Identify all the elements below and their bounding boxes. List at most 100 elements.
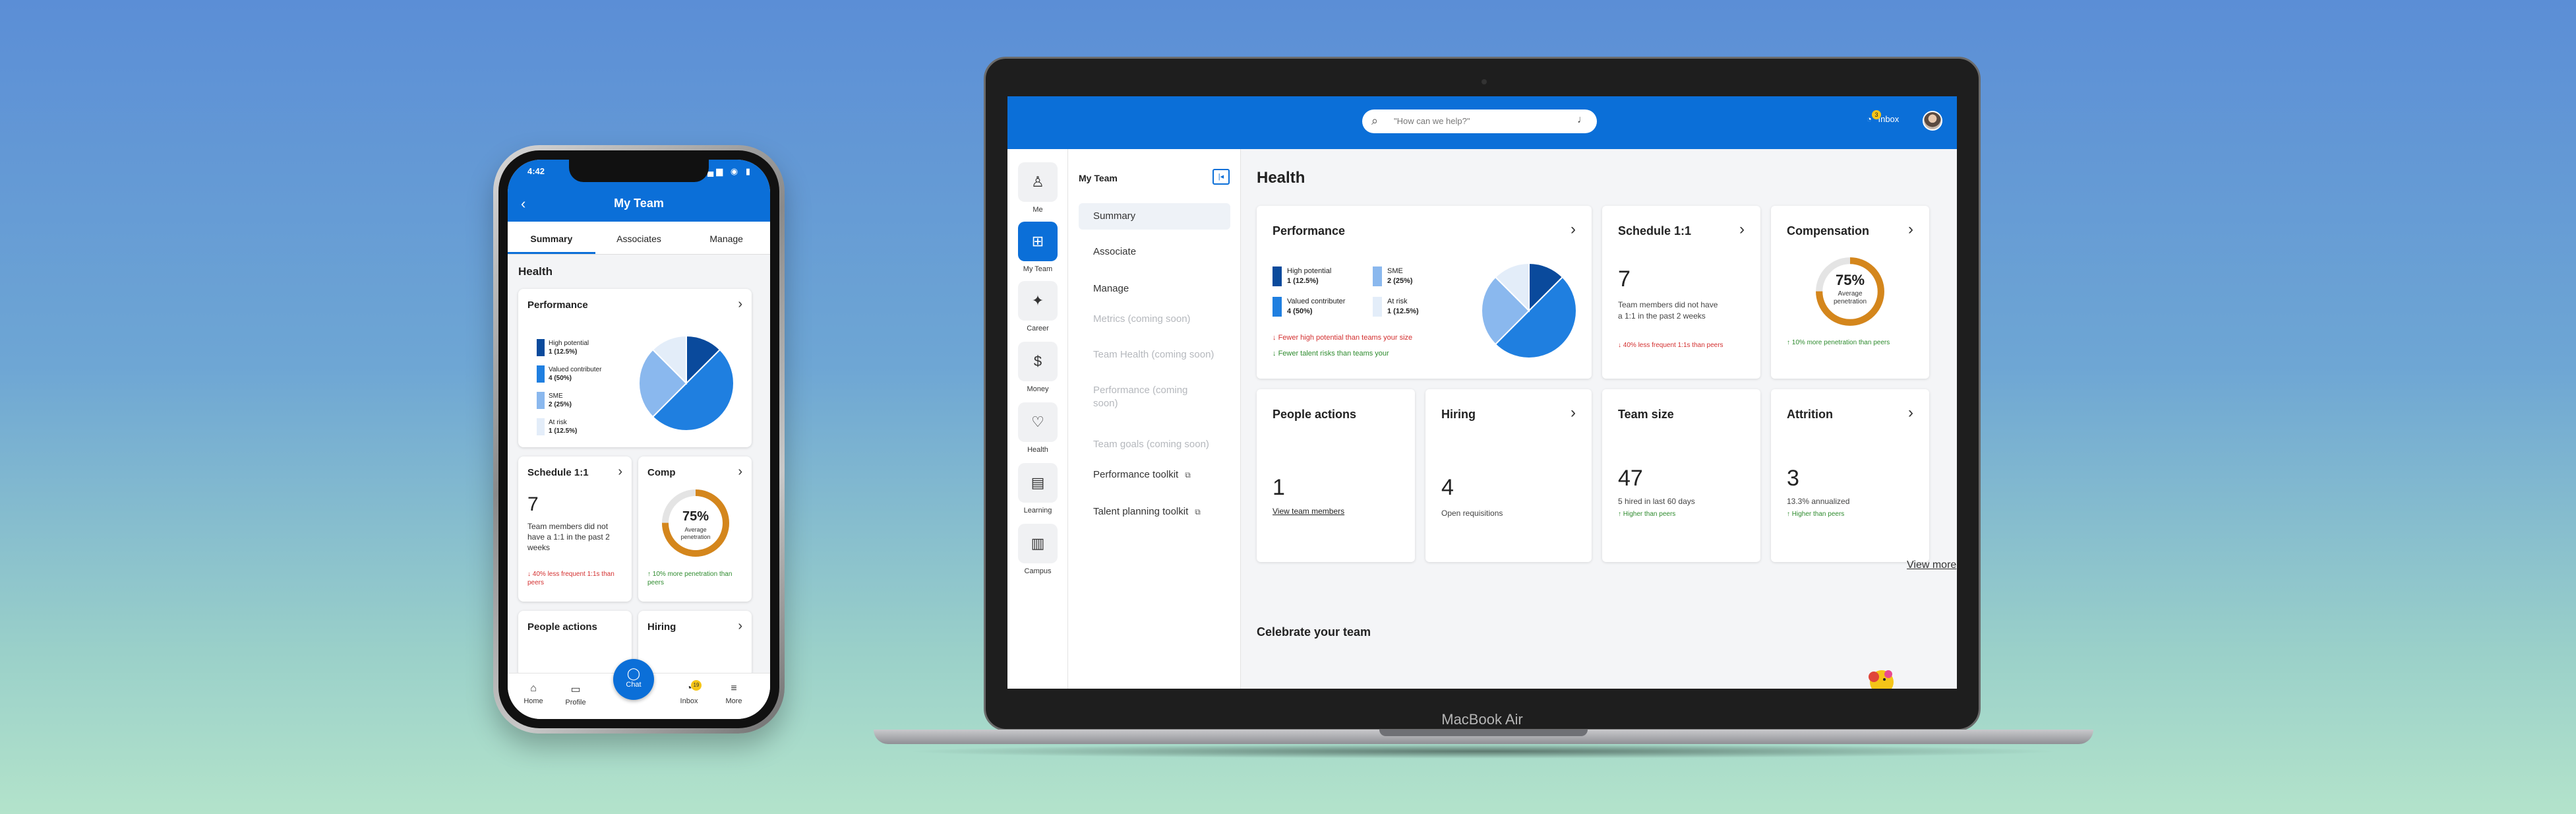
team-size-desc: 5 hired in last 60 days — [1618, 497, 1695, 506]
performance-pie-chart — [1481, 262, 1577, 359]
nav-profile[interactable]: ▭ Profile — [559, 683, 592, 706]
card-title: Schedule 1:1 — [527, 467, 589, 478]
search-input[interactable]: "How can we help?" — [1394, 116, 1470, 126]
avatar[interactable] — [1923, 111, 1942, 131]
top-bar: ⌕ "How can we help?" ♩ ◔ 3 Inbox — [1007, 96, 1957, 149]
people-actions-card[interactable]: People actions 1 View team members — [1257, 389, 1415, 562]
tab-manage[interactable]: Manage — [682, 222, 770, 254]
health-icon: ♡ — [1018, 402, 1058, 442]
performance-card[interactable]: Performance › High potential 1 (12.5%) Va… — [1257, 206, 1592, 379]
nav-home[interactable]: ⌂ Home — [517, 683, 550, 705]
sub-item-talent-planning-toolkit[interactable]: Talent planning toolkit ⧉ — [1079, 499, 1230, 525]
inbox-button[interactable]: ◔ 3 Inbox — [1867, 110, 1899, 124]
tab-summary[interactable]: Summary — [508, 222, 595, 254]
tab-associates[interactable]: Associates — [595, 222, 683, 254]
compensation-trend: ↑ 10% more penetration than peers — [1787, 339, 1890, 346]
chevron-right-icon[interactable]: › — [738, 297, 742, 312]
rail-item-me[interactable]: ♙ Me — [1018, 162, 1058, 214]
sub-item-team-goals: Team goals (coming soon) — [1093, 439, 1209, 450]
rail-item-money[interactable]: $ Money — [1018, 342, 1058, 393]
book-icon: ▤ — [1018, 463, 1058, 503]
map-icon: ▥ — [1018, 524, 1058, 563]
compensation-percent: 75% — [1835, 272, 1865, 288]
sub-item-summary[interactable]: Summary — [1079, 203, 1230, 230]
card-title: Performance — [527, 299, 588, 311]
hiring-card[interactable]: Hiring › 4 Open requisitions — [1425, 389, 1592, 562]
rail-item-career[interactable]: ✦ Career — [1018, 281, 1058, 332]
team-size-trend: ↑ Higher than peers — [1618, 511, 1676, 518]
chevron-right-icon[interactable]: › — [738, 464, 742, 480]
chat-button[interactable]: ◯ Chat — [613, 659, 654, 700]
chevron-right-icon[interactable]: › — [1739, 220, 1745, 239]
schedule-card[interactable]: Schedule 1:1 › 7 Team members did not ha… — [518, 456, 632, 602]
rail-item-my-team[interactable]: ⊞ My Team — [1018, 222, 1058, 273]
attrition-trend: ↑ Higher than peers — [1787, 511, 1845, 518]
card-title: People actions — [1273, 408, 1357, 421]
phone-content: Health Performance › High potential 1 (12… — [508, 255, 770, 673]
comp-percent: 75% — [682, 509, 709, 524]
status-time: 4:42 — [527, 166, 545, 176]
sparkle-icon: ✦ — [1018, 281, 1058, 321]
performance-note-green: ↓ Fewer talent risks than teams your — [1273, 350, 1389, 358]
chevron-right-icon[interactable]: › — [738, 619, 742, 634]
chevron-right-icon[interactable]: › — [1571, 220, 1576, 239]
nav-more[interactable]: ≡ More — [717, 683, 750, 705]
main-nav-rail: ♙ Me ⊞ My Team ✦ Career $ Money ♡ Health ▤ Lea… — [1007, 149, 1068, 689]
card-title: Hiring — [1441, 408, 1476, 421]
legend-swatch — [537, 365, 545, 383]
phone-notch — [569, 160, 709, 182]
nav-inbox[interactable]: ◔ Inbox 19 — [673, 680, 705, 705]
rail-item-health[interactable]: ♡ Health — [1018, 402, 1058, 454]
legend-swatch — [1273, 266, 1282, 286]
rail-item-learning[interactable]: ▤ Learning — [1018, 463, 1058, 515]
sub-item-metrics: Metrics (coming soon) — [1093, 313, 1191, 325]
performance-card[interactable]: Performance › High potential 1 (12.5%) Va… — [518, 289, 752, 447]
external-link-icon: ⧉ — [1185, 470, 1191, 480]
chevron-right-icon[interactable]: › — [618, 464, 622, 480]
main-content: Health Performance › High potential 1 (12… — [1241, 149, 1957, 689]
sub-item-performance-toolkit[interactable]: Performance toolkit ⧉ — [1079, 462, 1230, 488]
attrition-desc: 13.3% annualized — [1787, 497, 1850, 506]
compensation-label: Average penetration — [1833, 290, 1867, 305]
view-team-members-link[interactable]: View team members — [1273, 507, 1344, 516]
team-size-card[interactable]: Team size 47 5 hired in last 60 days ↑ H… — [1602, 389, 1760, 562]
page-title: Health — [1257, 169, 1305, 187]
people-actions-value: 1 — [1273, 475, 1285, 500]
search-bar[interactable]: ⌕ "How can we help?" ♩ — [1362, 110, 1597, 133]
hiring-card[interactable]: Hiring › — [638, 611, 752, 673]
dollar-icon: $ — [1018, 342, 1058, 381]
phone-tabs: Summary Associates Manage — [508, 222, 770, 255]
sub-item-manage[interactable]: Manage — [1079, 276, 1230, 302]
view-more-link[interactable]: View more — [1907, 559, 1956, 571]
chevron-right-icon[interactable]: › — [1571, 404, 1576, 422]
comp-card[interactable]: Comp › 75% Average penetration ↑ 10% mor… — [638, 456, 752, 602]
compensation-card[interactable]: Compensation › 75% Average penetration ↑… — [1771, 206, 1929, 379]
grid-icon: ⊞ — [1018, 222, 1058, 261]
legend-swatch — [537, 392, 545, 409]
legend-swatch — [537, 418, 545, 435]
microphone-icon[interactable]: ♩ — [1577, 114, 1588, 126]
schedule-desc: Team members did not have a 1:1 in the p… — [1618, 300, 1718, 321]
page-title: My Team — [614, 197, 664, 210]
people-actions-card[interactable]: People actions — [518, 611, 632, 673]
rail-item-campus[interactable]: ▥ Campus — [1018, 524, 1058, 575]
attrition-card[interactable]: Attrition › 3 13.3% annualized ↑ Higher … — [1771, 389, 1929, 562]
laptop-base-notch — [1379, 730, 1588, 736]
section-title: Health — [518, 265, 553, 278]
profile-icon: ▭ — [570, 684, 581, 695]
schedule-desc: Team members did not have a 1:1 in the p… — [527, 522, 610, 552]
legend-swatch — [1373, 266, 1382, 286]
sub-item-associate[interactable]: Associate — [1079, 239, 1230, 265]
card-title: Performance — [1273, 224, 1346, 237]
hiring-desc: Open requisitions — [1441, 509, 1503, 518]
comp-trend: ↑ 10% more penetration than peers — [647, 571, 733, 586]
schedule-card[interactable]: Schedule 1:1 › 7 Team members did not ha… — [1602, 206, 1760, 379]
chat-icon: ◯ — [626, 667, 641, 680]
collapse-panel-icon[interactable]: |◂ — [1213, 169, 1230, 185]
laptop-shadow — [903, 744, 2064, 759]
chevron-right-icon[interactable]: › — [1908, 220, 1913, 239]
menu-icon: ≡ — [731, 683, 737, 694]
laptop-screen: ⌕ "How can we help?" ♩ ◔ 3 Inbox ♙ Me ⊞ My… — [1007, 96, 1957, 689]
laptop-camera — [1482, 79, 1487, 84]
chevron-right-icon[interactable]: › — [1908, 404, 1913, 422]
